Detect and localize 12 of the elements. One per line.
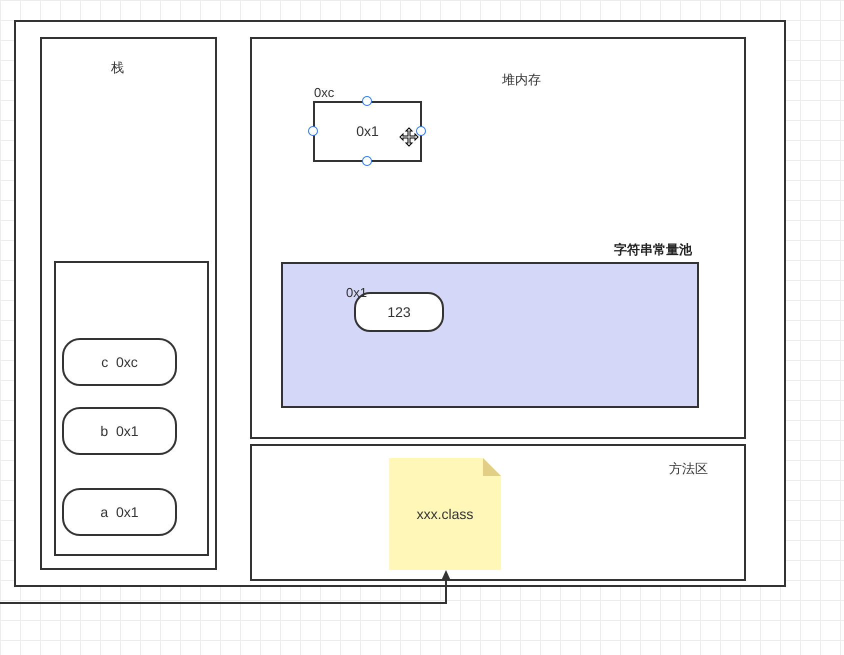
string-pool-label: 字符串常量池 [614, 241, 692, 259]
method-area-label: 方法区 [669, 460, 708, 478]
object-box[interactable]: 0x1 [313, 101, 422, 162]
variable-pill: a 0x1 [62, 488, 177, 536]
address-label: 0x1 [346, 286, 367, 299]
stack-label: 栈 [111, 59, 124, 77]
address-label: 0xc [314, 86, 334, 99]
variable-pill: b 0x1 [62, 407, 177, 455]
move-cursor-icon [399, 127, 419, 147]
variable-pill: c 0xc [62, 338, 177, 386]
file-label: xxx.class [416, 505, 474, 524]
heap-label: 堆内存 [502, 71, 541, 89]
